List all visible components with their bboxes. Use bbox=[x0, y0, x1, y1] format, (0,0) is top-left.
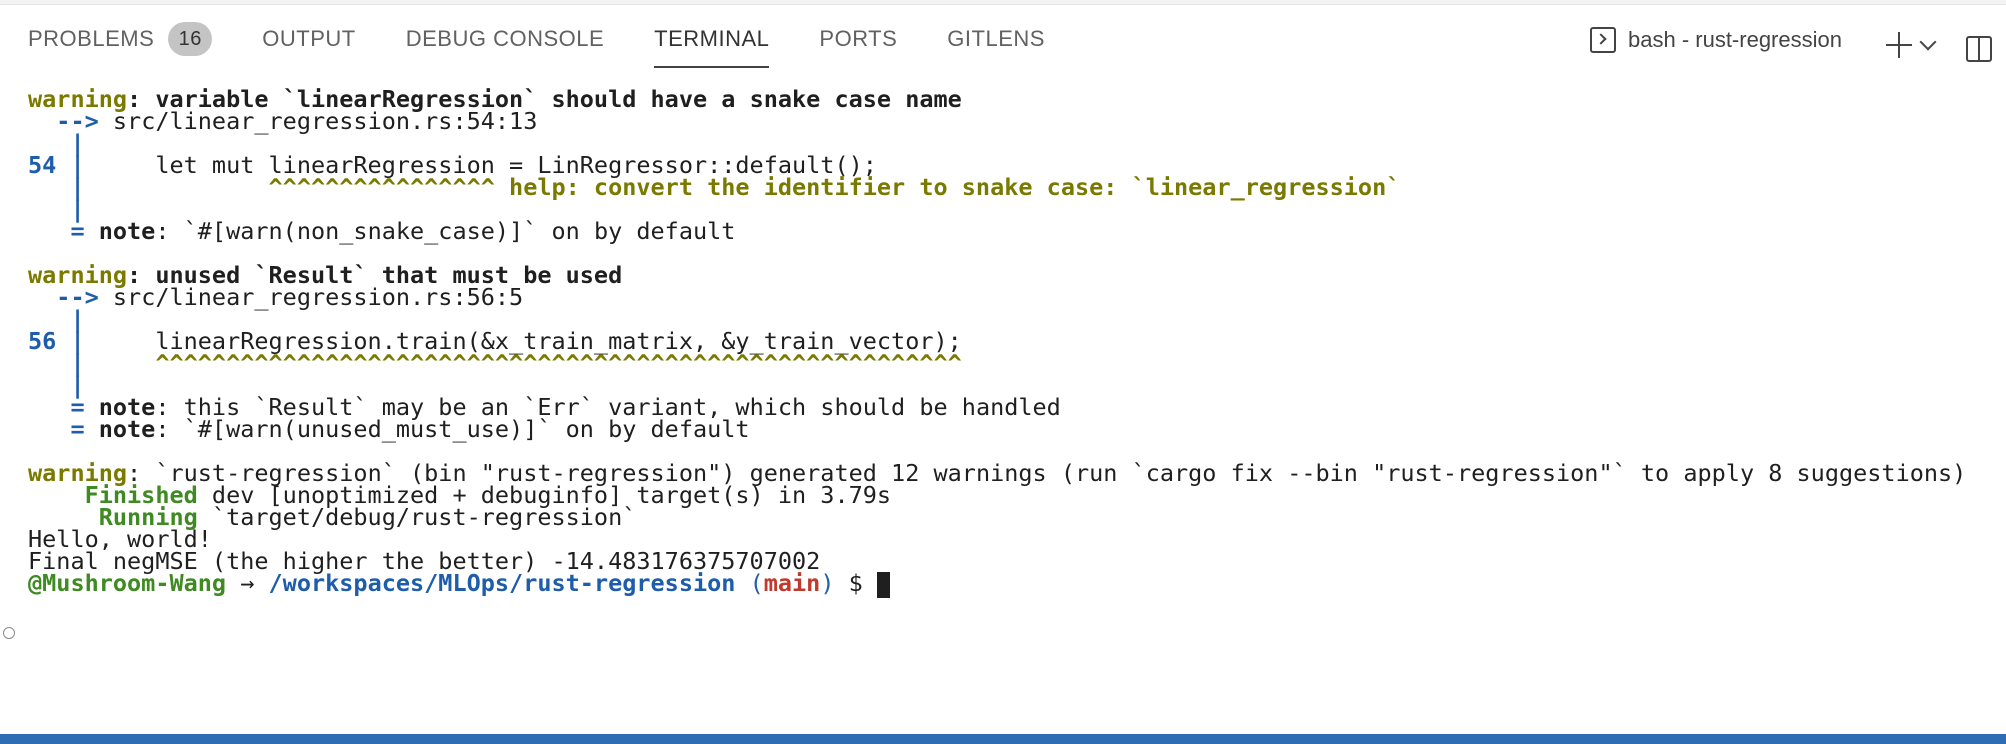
panel-tabs: PROBLEMS 16 OUTPUT DEBUG CONSOLE TERMINA… bbox=[28, 10, 1095, 68]
terminal-line: | ^^^^^^^^^^^^^^^^ help: convert the ide… bbox=[28, 173, 1400, 201]
prompt-branch-open: ( bbox=[735, 569, 764, 597]
tab-ports[interactable]: PORTS bbox=[819, 10, 897, 68]
note-text: : `#[warn(unused_must_use)]` on by defau… bbox=[155, 415, 750, 443]
tab-gitlens-label: GITLENS bbox=[947, 26, 1045, 51]
run-target: `target/debug/rust-regression` bbox=[197, 503, 637, 531]
tab-gitlens[interactable]: GITLENS bbox=[947, 10, 1045, 68]
split-terminal-icon[interactable] bbox=[1966, 36, 1992, 62]
note-keyword: note bbox=[84, 217, 156, 245]
prompt-user: @Mushroom-Wang bbox=[28, 569, 227, 597]
new-terminal-plus-icon[interactable] bbox=[1886, 32, 1912, 58]
command-decoration-icon[interactable] bbox=[3, 627, 15, 639]
help-hint: ^^^^^^^^^^^^^^^^ help: convert the ident… bbox=[84, 173, 1401, 201]
chevron-down-icon[interactable] bbox=[1919, 33, 1937, 51]
terminal-icon bbox=[1590, 27, 1616, 53]
editor-edge bbox=[0, 0, 2006, 5]
tab-output-label: OUTPUT bbox=[262, 26, 356, 51]
source-location: src/linear_regression.rs:54:13 bbox=[98, 107, 538, 135]
tab-debug-console[interactable]: DEBUG CONSOLE bbox=[406, 10, 604, 68]
prompt-arrow: → bbox=[226, 569, 269, 597]
tab-output[interactable]: OUTPUT bbox=[262, 10, 355, 68]
tab-ports-label: PORTS bbox=[819, 26, 898, 51]
terminal-line: = note: `#[warn(non_snake_case)]` on by … bbox=[28, 217, 735, 245]
terminal-output[interactable]: warning: variable `linearRegression` sho… bbox=[0, 85, 2006, 727]
prompt-path: /workspaces/MLOps/rust-regression bbox=[268, 569, 736, 597]
terminal-line: | ^^^^^^^^^^^^^^^^^^^^^^^^^^^^^^^^^^^^^^… bbox=[28, 349, 962, 377]
tab-problems-label: PROBLEMS bbox=[28, 26, 155, 51]
terminal-picker-label: bash - rust-regression bbox=[1628, 27, 1842, 52]
status-bar bbox=[0, 734, 2006, 744]
problems-count-badge: 16 bbox=[168, 22, 213, 56]
terminal-line: --> src/linear_regression.rs:56:5 bbox=[28, 283, 523, 311]
note-equals: = bbox=[28, 415, 85, 443]
tab-problems[interactable]: PROBLEMS 16 bbox=[28, 10, 213, 68]
note-text: : `#[warn(non_snake_case)]` on by defaul… bbox=[155, 217, 736, 245]
terminal-line: --> src/linear_regression.rs:54:13 bbox=[28, 107, 537, 135]
panel-header: PROBLEMS 16 OUTPUT DEBUG CONSOLE TERMINA… bbox=[0, 10, 2006, 68]
tab-debug-console-label: DEBUG CONSOLE bbox=[405, 26, 605, 51]
prompt-branch: main bbox=[763, 569, 821, 597]
prompt-branch-close: ) bbox=[820, 569, 835, 597]
note-keyword: note bbox=[84, 415, 156, 443]
note-equals: = bbox=[28, 217, 85, 245]
source-location: src/linear_regression.rs:56:5 bbox=[98, 283, 524, 311]
terminal-cursor bbox=[876, 571, 890, 598]
terminal-line: = note: `#[warn(unused_must_use)]` on by… bbox=[28, 415, 750, 443]
terminal-picker[interactable]: bash - rust-regression bbox=[1590, 24, 1842, 56]
carets: ^^^^^^^^^^^^^^^^^^^^^^^^^^^^^^^^^^^^^^^^… bbox=[84, 349, 962, 377]
tab-terminal[interactable]: TERMINAL bbox=[654, 10, 770, 68]
prompt-dollar: $ bbox=[834, 569, 877, 597]
tab-terminal-label: TERMINAL bbox=[654, 26, 770, 51]
shell-prompt[interactable]: @Mushroom-Wang → /workspaces/MLOps/rust-… bbox=[28, 569, 890, 598]
